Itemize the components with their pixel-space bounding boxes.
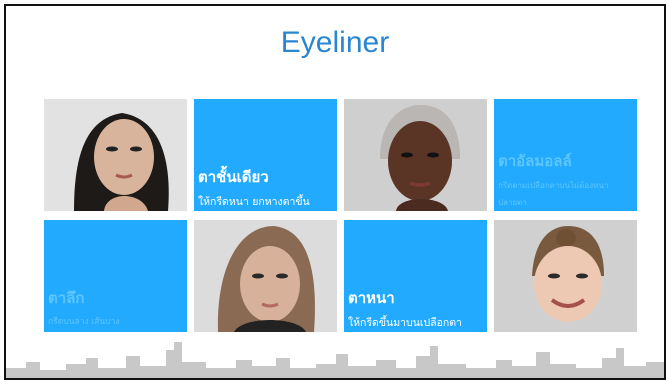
tile-almond-eyes[interactable]: ตาอัลมอลล์ กรีดตามเปลือกตาบนไม่ต้องหนา ป… [494, 99, 637, 211]
tile-deep-set-eyes-name: ตาลึก [48, 289, 85, 307]
portrait-image [494, 220, 637, 332]
tile-almond-eyes-desc: กรีดตามเปลือกตาบนไม่ต้องหนา ปลายตา [498, 181, 609, 207]
tile-thick-eyelid[interactable]: ตาหนา ให้กรีดขึ้นมาบนเปลือกตา [344, 220, 487, 332]
slide-title: Eyeliner [280, 26, 390, 59]
model-photo-3 [194, 220, 337, 332]
tile-thick-eyelid-name: ตาหนา [348, 289, 395, 307]
tile-single-eyelid-desc: ให้กรีดหนา ยกหางตาขึ้น [198, 196, 310, 208]
skyline-decoration [6, 342, 664, 378]
portrait-image [44, 99, 187, 211]
tile-single-eyelid[interactable]: ตาชั้นเดียว ให้กรีดหนา ยกหางตาขึ้น [194, 99, 337, 211]
tile-almond-eyes-name: ตาอัลมอลล์ [498, 152, 572, 170]
tile-thick-eyelid-desc: ให้กรีดขึ้นมาบนเปลือกตา [348, 317, 462, 329]
tile-deep-set-eyes[interactable]: ตาลึก กรีดบนล่าง เส้นบาง [44, 220, 187, 332]
model-photo-1 [44, 99, 187, 211]
model-photo-2 [344, 99, 487, 211]
slide: Eyeliner ตาชั้นเดียว ให้กรีดหนา ยกหางตาข… [4, 4, 666, 380]
portrait-image [194, 220, 337, 332]
tile-deep-set-eyes-desc: กรีดบนล่าง เส้นบาง [48, 317, 120, 327]
model-photo-4 [494, 220, 637, 332]
portrait-image [344, 99, 487, 211]
tile-single-eyelid-name: ตาชั้นเดียว [198, 168, 269, 186]
